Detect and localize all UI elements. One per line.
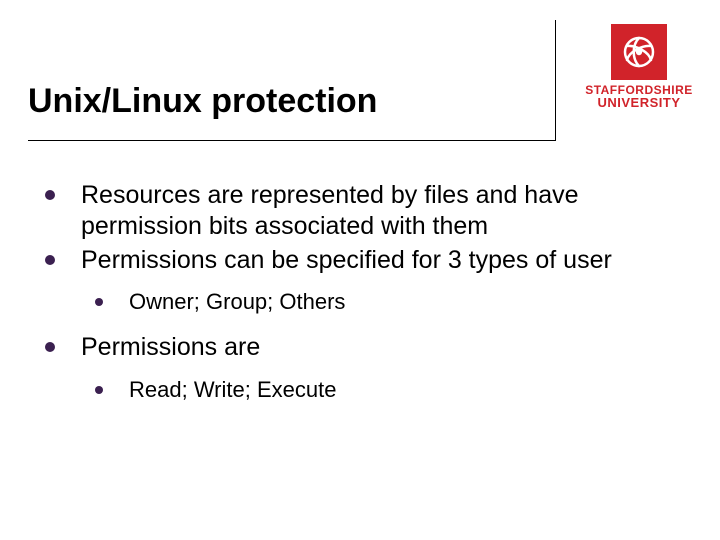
- list-item: Owner; Group; Others: [95, 288, 690, 317]
- list-item: Read; Write; Execute: [95, 376, 690, 405]
- bullet-text: Permissions are: [81, 333, 260, 361]
- horizontal-divider: [28, 140, 556, 141]
- slide-header: Unix/Linux protection STAFFORDSHIRE UNIV…: [0, 0, 720, 135]
- sub-bullet-text: Owner; Group; Others: [129, 289, 345, 314]
- vertical-divider: [555, 20, 556, 140]
- sub-bullet-text: Read; Write; Execute: [129, 377, 336, 402]
- page-title: Unix/Linux protection: [28, 82, 377, 121]
- list-item: Resources are represented by files and h…: [45, 180, 690, 243]
- logo-icon: [611, 24, 667, 80]
- university-logo: STAFFORDSHIRE UNIVERSITY: [580, 24, 698, 109]
- list-item: Permissions are Read; Write; Execute: [45, 332, 690, 404]
- bullet-text: Resources are represented by files and h…: [81, 181, 579, 240]
- slide-content: Resources are represented by files and h…: [45, 180, 690, 420]
- list-item: Permissions can be specified for 3 types…: [45, 245, 690, 317]
- bullet-text: Permissions can be specified for 3 types…: [81, 246, 612, 274]
- logo-text: STAFFORDSHIRE UNIVERSITY: [580, 84, 698, 109]
- logo-line2: UNIVERSITY: [580, 96, 698, 109]
